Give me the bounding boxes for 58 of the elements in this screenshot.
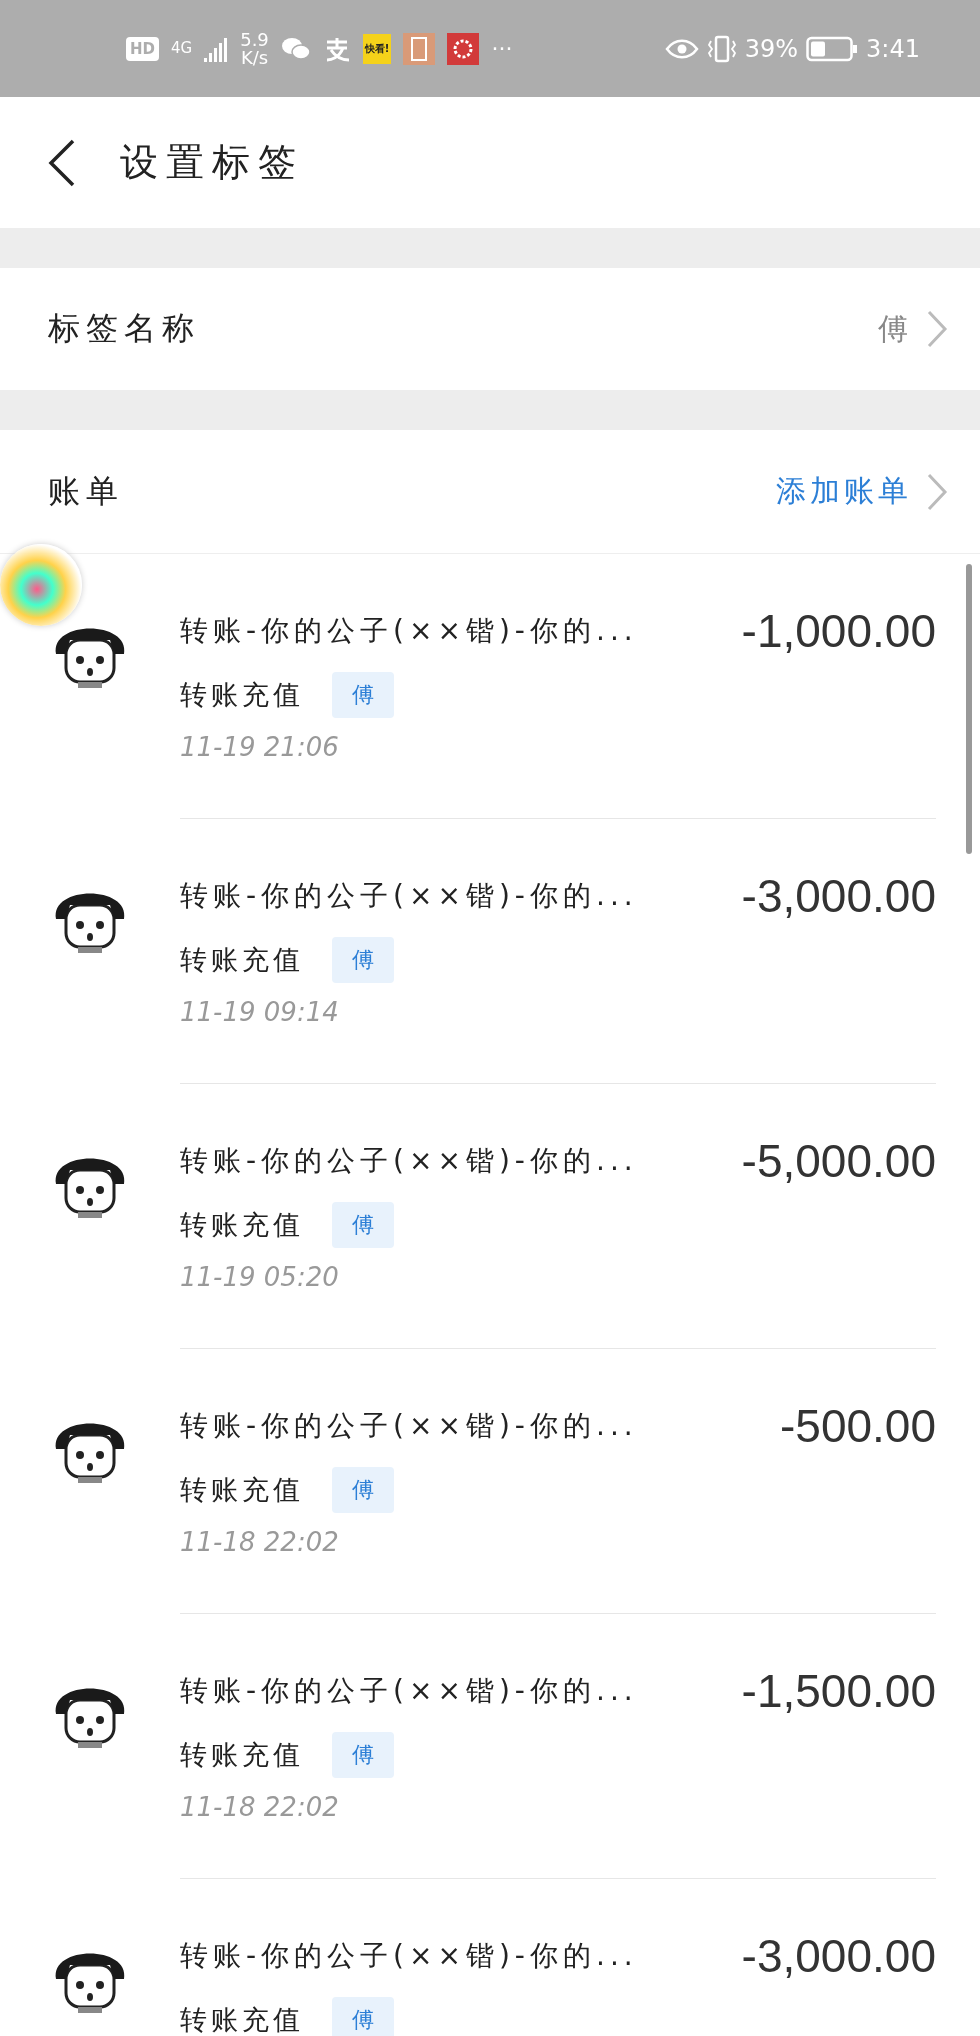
- bill-category: 转账充值: [180, 1208, 304, 1242]
- bill-tag: 傅: [332, 937, 394, 983]
- speed-unit: K/s: [240, 48, 269, 67]
- chat-bubbles-icon: [280, 35, 311, 62]
- network-type: 4G: [171, 41, 193, 56]
- bill-item[interactable]: 转账-你的公子(××锴)-你的... -5,000.00 转账充值 傅 11-19 05:20: [0, 1084, 980, 1349]
- app-icon: [403, 32, 436, 65]
- bill-amount: -5,000.00: [741, 1134, 936, 1188]
- bill-tag: 傅: [332, 1202, 394, 1248]
- back-icon[interactable]: [48, 138, 76, 187]
- bills-label: 账单: [48, 470, 124, 512]
- bill-amount: -3,000.00: [741, 869, 936, 923]
- bill-tag: 傅: [332, 1732, 394, 1778]
- bill-category: 转账充值: [180, 2003, 304, 2036]
- vibrate-icon: [706, 34, 737, 63]
- bill-title: 转账-你的公子(××锴)-你的...: [180, 1938, 639, 1974]
- bill-amount: -500.00: [780, 1399, 936, 1453]
- bill-time: 11-18 22:02: [180, 1792, 340, 1822]
- battery-percent: 39%: [744, 36, 799, 61]
- bill-time: 11-19 21:06: [180, 732, 340, 762]
- speed-value: 5.9: [240, 30, 269, 49]
- bill-item[interactable]: 转账-你的公子(××锴)-你的... -500.00 转账充值 傅 11-18 22:02: [0, 1349, 980, 1614]
- more-notifications: ···: [491, 37, 513, 60]
- bill-amount: -3,000.00: [741, 1929, 936, 1983]
- bill-tag: 傅: [332, 672, 394, 718]
- tag-name-value: 傅: [878, 309, 912, 348]
- tag-name-row[interactable]: 标签名称 傅: [0, 268, 980, 390]
- chevron-right-icon: [926, 309, 948, 349]
- battery-icon: [806, 35, 859, 62]
- bill-title: 转账-你的公子(××锴)-你的...: [180, 1408, 639, 1444]
- chevron-right-icon: [926, 471, 948, 512]
- bill-title: 转账-你的公子(××锴)-你的...: [180, 613, 639, 649]
- bill-title: 转账-你的公子(××锴)-你的...: [180, 1673, 639, 1709]
- bill-category: 转账充值: [180, 678, 304, 712]
- bill-category: 转账充值: [180, 1473, 304, 1507]
- hd-indicator: HD: [126, 36, 159, 61]
- bill-title: 转账-你的公子(××锴)-你的...: [180, 1143, 639, 1179]
- signal-icon: [204, 35, 229, 62]
- bill-title: 转账-你的公子(××锴)-你的...: [180, 878, 639, 914]
- bill-category: 转账充值: [180, 943, 304, 977]
- bill-tag: 傅: [332, 1467, 394, 1513]
- bill-amount: -1,500.00: [741, 1664, 936, 1718]
- bill-item[interactable]: 转账-你的公子(××锴)-你的... -1,000.00 转账充值 傅 11-19 21:06: [0, 554, 980, 819]
- bill-amount: -1,000.00: [741, 604, 936, 658]
- tag-name-label: 标签名称: [48, 308, 200, 349]
- bill-time: 11-19 05:20: [180, 1262, 340, 1292]
- bill-time: 11-18 22:02: [180, 1527, 340, 1557]
- add-bill-link[interactable]: 添加账单: [776, 471, 912, 512]
- bill-category: 转账充值: [180, 1738, 304, 1772]
- app-badge: 快看!: [362, 33, 392, 64]
- page-title: 设置标签: [120, 139, 304, 186]
- bill-time: 11-19 09:14: [180, 997, 340, 1027]
- eye-icon: [664, 37, 699, 60]
- bill-tag: 傅: [332, 1997, 394, 2036]
- bill-item[interactable]: 转账-你的公子(××锴)-你的... -1,500.00 转账充值 傅 11-18 22:02: [0, 1614, 980, 1879]
- bill-item[interactable]: 转账-你的公子(××锴)-你的... -3,000.00 转账充值 傅: [0, 1879, 980, 2036]
- clock-time: 3:41: [866, 36, 920, 61]
- bill-item[interactable]: 转账-你的公子(××锴)-你的... -3,000.00 转账充值 傅 11-19 09:14: [0, 819, 980, 1084]
